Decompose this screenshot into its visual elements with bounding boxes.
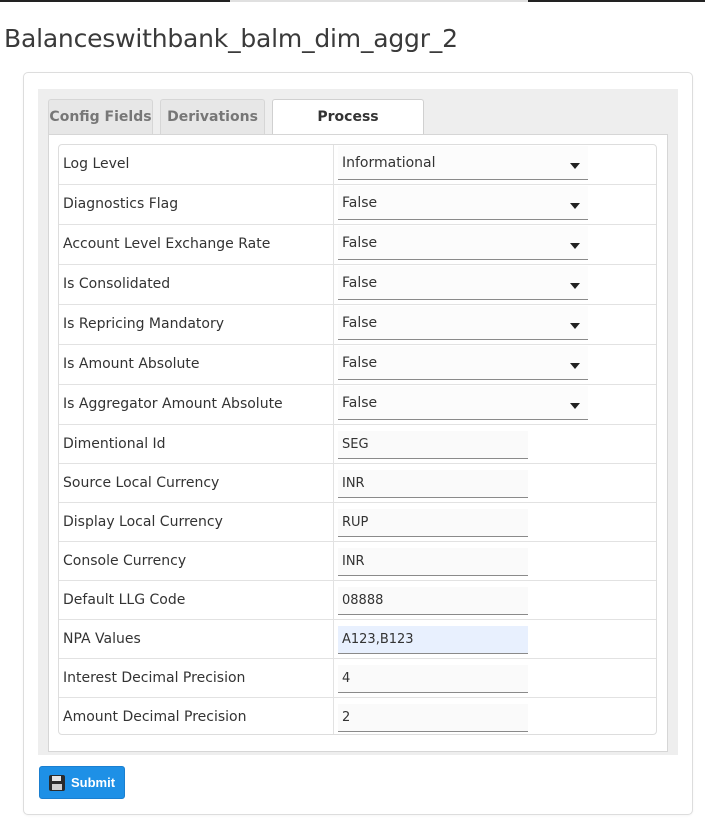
tab-derivations[interactable]: Derivations — [160, 99, 265, 135]
field-row: Default LLG Code — [59, 581, 656, 620]
field-label: Default LLG Code — [63, 592, 186, 608]
submit-label: Submit — [71, 775, 116, 790]
tabs-container: Config Fields Derivations Process Argume… — [38, 89, 678, 755]
field-row: Source Local Currency — [59, 464, 656, 503]
field-label: Source Local Currency — [63, 475, 220, 491]
field-select[interactable]: False — [338, 386, 588, 420]
caret-down-icon — [570, 403, 580, 409]
field-input[interactable] — [338, 626, 528, 654]
field-row: Interest Decimal Precision — [59, 659, 656, 698]
field-select[interactable]: False — [338, 346, 588, 380]
arguments-grid: Log Level Informational Diagnostics Flag Fa… — [58, 144, 657, 735]
field-row: Is Aggregator Amount Absolute False — [59, 385, 656, 425]
select-value: False — [342, 395, 378, 411]
field-label: NPA Values — [63, 631, 141, 647]
field-row: Is Consolidated False — [59, 265, 656, 305]
field-input[interactable] — [338, 587, 528, 615]
tab-config-fields[interactable]: Config Fields — [48, 99, 153, 135]
caret-down-icon — [570, 163, 580, 169]
field-row: Is Amount Absolute False — [59, 345, 656, 385]
process-arguments-panel: Log Level Informational Diagnostics Flag Fa… — [48, 134, 668, 752]
field-select[interactable]: False — [338, 266, 588, 300]
caret-down-icon — [570, 203, 580, 209]
field-select[interactable]: False — [338, 226, 588, 260]
caret-down-icon — [570, 363, 580, 369]
field-input[interactable] — [338, 704, 528, 732]
field-label: Display Local Currency — [63, 514, 223, 530]
caret-down-icon — [570, 283, 580, 289]
field-row: Amount Decimal Precision — [59, 698, 656, 734]
submit-button[interactable]: Submit — [39, 766, 125, 799]
field-input[interactable] — [338, 665, 528, 693]
top-progress-strip — [0, 0, 705, 2]
field-label: Is Amount Absolute — [63, 356, 200, 372]
field-row: NPA Values — [59, 620, 656, 659]
field-label: Dimentional Id — [63, 436, 166, 452]
select-value: False — [342, 355, 378, 371]
select-value: False — [342, 195, 378, 211]
field-label: Is Repricing Mandatory — [63, 316, 225, 332]
page-title: Balanceswithbank_balm_dim_aggr_2 — [4, 24, 458, 53]
select-value: Informational — [342, 155, 436, 171]
field-label: Is Aggregator Amount Absolute — [63, 396, 283, 412]
field-input[interactable] — [338, 470, 528, 498]
field-row: Dimentional Id — [59, 425, 656, 464]
field-label: Amount Decimal Precision — [63, 709, 247, 725]
select-value: False — [342, 275, 378, 291]
field-row: Account Level Exchange Rate False — [59, 225, 656, 265]
field-input[interactable] — [338, 509, 528, 537]
field-row: Is Repricing Mandatory False — [59, 305, 656, 345]
field-row: Display Local Currency — [59, 503, 656, 542]
field-row: Console Currency — [59, 542, 656, 581]
field-label: Account Level Exchange Rate — [63, 236, 271, 252]
field-input[interactable] — [338, 548, 528, 576]
caret-down-icon — [570, 243, 580, 249]
field-label: Console Currency — [63, 553, 187, 569]
select-value: False — [342, 315, 378, 331]
field-row: Diagnostics Flag False — [59, 185, 656, 225]
field-label: Diagnostics Flag — [63, 196, 179, 212]
tab-process-arguments[interactable]: Process Arguments — [272, 99, 424, 159]
field-select[interactable]: False — [338, 306, 588, 340]
floppy-disk-icon — [49, 775, 65, 791]
field-label: Is Consolidated — [63, 276, 171, 292]
field-row: Log Level Informational — [59, 145, 656, 185]
field-input[interactable] — [338, 431, 528, 459]
field-select[interactable]: Informational — [338, 146, 588, 180]
form-card: Config Fields Derivations Process Argume… — [23, 72, 693, 815]
field-label: Log Level — [63, 156, 130, 172]
caret-down-icon — [570, 323, 580, 329]
field-select[interactable]: False — [338, 186, 588, 220]
field-label: Interest Decimal Precision — [63, 670, 246, 686]
select-value: False — [342, 235, 378, 251]
